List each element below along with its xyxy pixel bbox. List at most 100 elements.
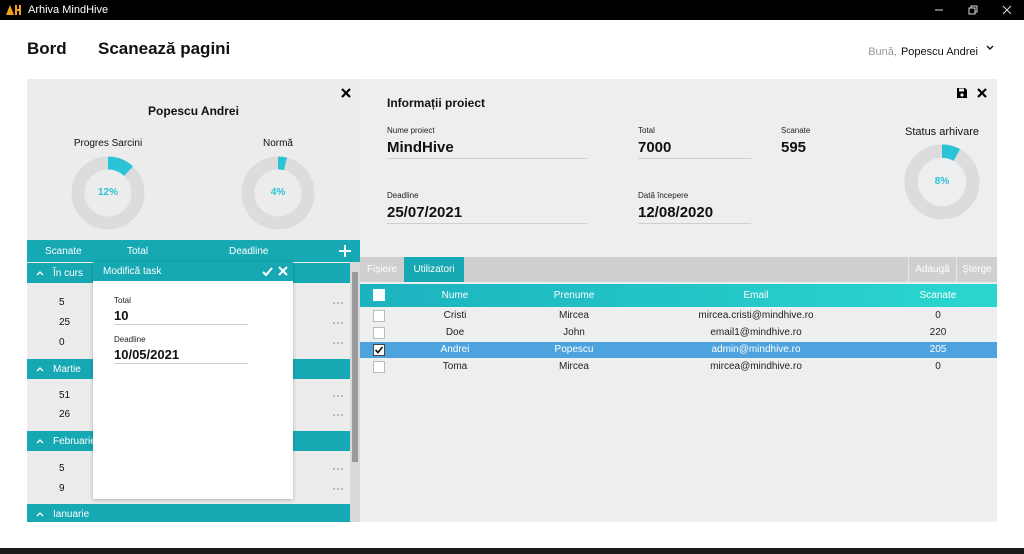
taskbar (0, 548, 1024, 554)
group-label: Ianuarie (53, 508, 90, 520)
user-name: Popescu Andrei (900, 46, 978, 58)
start-date-label: Dată începere (638, 191, 689, 200)
checkmark-icon (374, 346, 384, 354)
total-input[interactable]: 10 (114, 308, 248, 325)
users-table-header: Nume Prenume Email Scanate (360, 284, 997, 307)
nav-scan-pages[interactable]: Scanează pagini (98, 39, 230, 59)
cell-scanate: 0 (935, 361, 941, 372)
group-label: Februarie (53, 435, 96, 447)
cell-scanate: 220 (929, 327, 947, 338)
cell-scanate: 205 (929, 344, 947, 355)
tabs-bar: Fișiere Utilizatori Adaugă Șterge (360, 257, 997, 282)
row-checkbox[interactable] (373, 327, 385, 339)
row-checkbox[interactable] (373, 344, 385, 356)
task-row-value: 0 (59, 337, 65, 348)
task-row-value: 26 (59, 409, 71, 420)
task-list-scrollbar[interactable] (350, 262, 360, 522)
more-options-icon[interactable] (332, 487, 344, 491)
cell-nume: Cristi (443, 310, 467, 321)
archive-status-label: Status arhivare (905, 126, 979, 138)
greeting-text: Bună, (868, 46, 897, 58)
minimize-button[interactable] (922, 0, 956, 20)
chevron-down-icon[interactable] (984, 42, 996, 54)
chevron-up-icon (36, 367, 44, 372)
close-panel-icon[interactable] (340, 87, 352, 99)
table-row[interactable]: Doe John email1@mindhive.ro 220 (360, 325, 997, 341)
minimize-icon (935, 9, 943, 11)
project-info-title: Informații proiect (387, 96, 486, 110)
column-header-scanate[interactable]: Scanate (898, 290, 978, 301)
more-options-icon[interactable] (332, 321, 344, 325)
column-header-prenume[interactable]: Prenume (534, 290, 614, 301)
window-controls (922, 0, 1024, 20)
more-options-icon[interactable] (332, 394, 344, 398)
chevron-up-icon (36, 512, 44, 517)
scrollbar-thumb[interactable] (352, 272, 358, 462)
cell-email: email1@mindhive.ro (710, 327, 802, 338)
cell-prenume: Mircea (558, 361, 589, 372)
deadline-input[interactable]: 10/05/2021 (114, 347, 248, 364)
cell-nume: Doe (445, 327, 465, 338)
user-full-name: Popescu Andrei (148, 104, 239, 118)
deadline-label: Deadline (114, 335, 146, 344)
restore-icon (968, 5, 978, 15)
confirm-check-icon[interactable] (262, 266, 273, 277)
app-title: Arhiva MindHive (28, 4, 109, 16)
table-row[interactable]: Toma Mircea mircea@mindhive.ro 0 (360, 359, 997, 375)
more-options-icon[interactable] (332, 413, 344, 417)
add-task-button[interactable] (336, 242, 354, 260)
project-name-label: Nume proiect (387, 126, 435, 135)
cell-email: mircea@mindhive.ro (710, 361, 802, 372)
deadline-label: Deadline (387, 191, 419, 200)
more-options-icon[interactable] (332, 341, 344, 345)
total-field[interactable]: 7000 (638, 139, 751, 159)
nav-board[interactable]: Bord (27, 39, 67, 59)
cell-email: mircea.cristi@mindhive.ro (698, 310, 814, 321)
dialog-title: Modifică task (103, 266, 162, 277)
app-logo-icon (4, 0, 24, 20)
save-icon[interactable] (956, 87, 968, 99)
cell-prenume: Popescu (554, 344, 594, 355)
group-label: În curs (53, 267, 84, 279)
task-row-value: 5 (59, 297, 65, 308)
close-icon[interactable] (278, 266, 288, 276)
edit-task-dialog: Modifică task Total 10 Deadline 10/05/20… (93, 262, 293, 499)
chevron-up-icon (36, 439, 44, 444)
archive-status-value: 8% (934, 176, 950, 187)
project-name-field[interactable]: MindHive (387, 139, 587, 159)
row-checkbox[interactable] (373, 361, 385, 373)
restore-button[interactable] (956, 0, 990, 20)
progress-value: 12% (97, 187, 118, 198)
column-header-email[interactable]: Email (696, 290, 816, 301)
cell-prenume: Mircea (558, 310, 589, 321)
row-checkbox[interactable] (373, 310, 385, 322)
scanned-label: Scanate (781, 126, 811, 135)
tab-files[interactable]: Fișiere (360, 257, 404, 282)
header-deadline: Deadline (229, 245, 269, 257)
more-options-icon[interactable] (332, 301, 344, 305)
task-row-value: 5 (59, 463, 65, 474)
project-info-panel: Informații proiect Nume proiect MindHive… (360, 79, 997, 522)
scanned-value: 595 (781, 139, 807, 156)
delete-user-button[interactable]: Șterge (956, 257, 997, 282)
tab-users[interactable]: Utilizatori (404, 257, 464, 282)
deadline-field[interactable]: 25/07/2021 (387, 204, 587, 224)
task-list-header: Scanate Total Deadline (27, 240, 360, 262)
column-header-nume[interactable]: Nume (415, 290, 495, 301)
chevron-up-icon (36, 271, 44, 276)
title-bar: Arhiva MindHive (0, 0, 1024, 20)
close-icon[interactable] (976, 87, 988, 99)
table-row[interactable]: Andrei Popescu admin@mindhive.ro 205 (360, 342, 997, 358)
table-row[interactable]: Cristi Mircea mircea.cristi@mindhive.ro … (360, 308, 997, 324)
user-greeting[interactable]: Bună, Popescu Andrei (868, 46, 978, 58)
dialog-header: Modifică task (93, 262, 293, 281)
group-january[interactable]: Ianuarie (27, 504, 350, 522)
total-label: Total (114, 296, 131, 305)
select-all-checkbox[interactable] (373, 289, 385, 301)
close-window-button[interactable] (990, 0, 1024, 20)
add-user-button[interactable]: Adaugă (908, 257, 956, 282)
start-date-field[interactable]: 12/08/2020 (638, 204, 751, 224)
more-options-icon[interactable] (332, 467, 344, 471)
group-label: Martie (53, 363, 81, 375)
cell-nume: Toma (442, 361, 468, 372)
